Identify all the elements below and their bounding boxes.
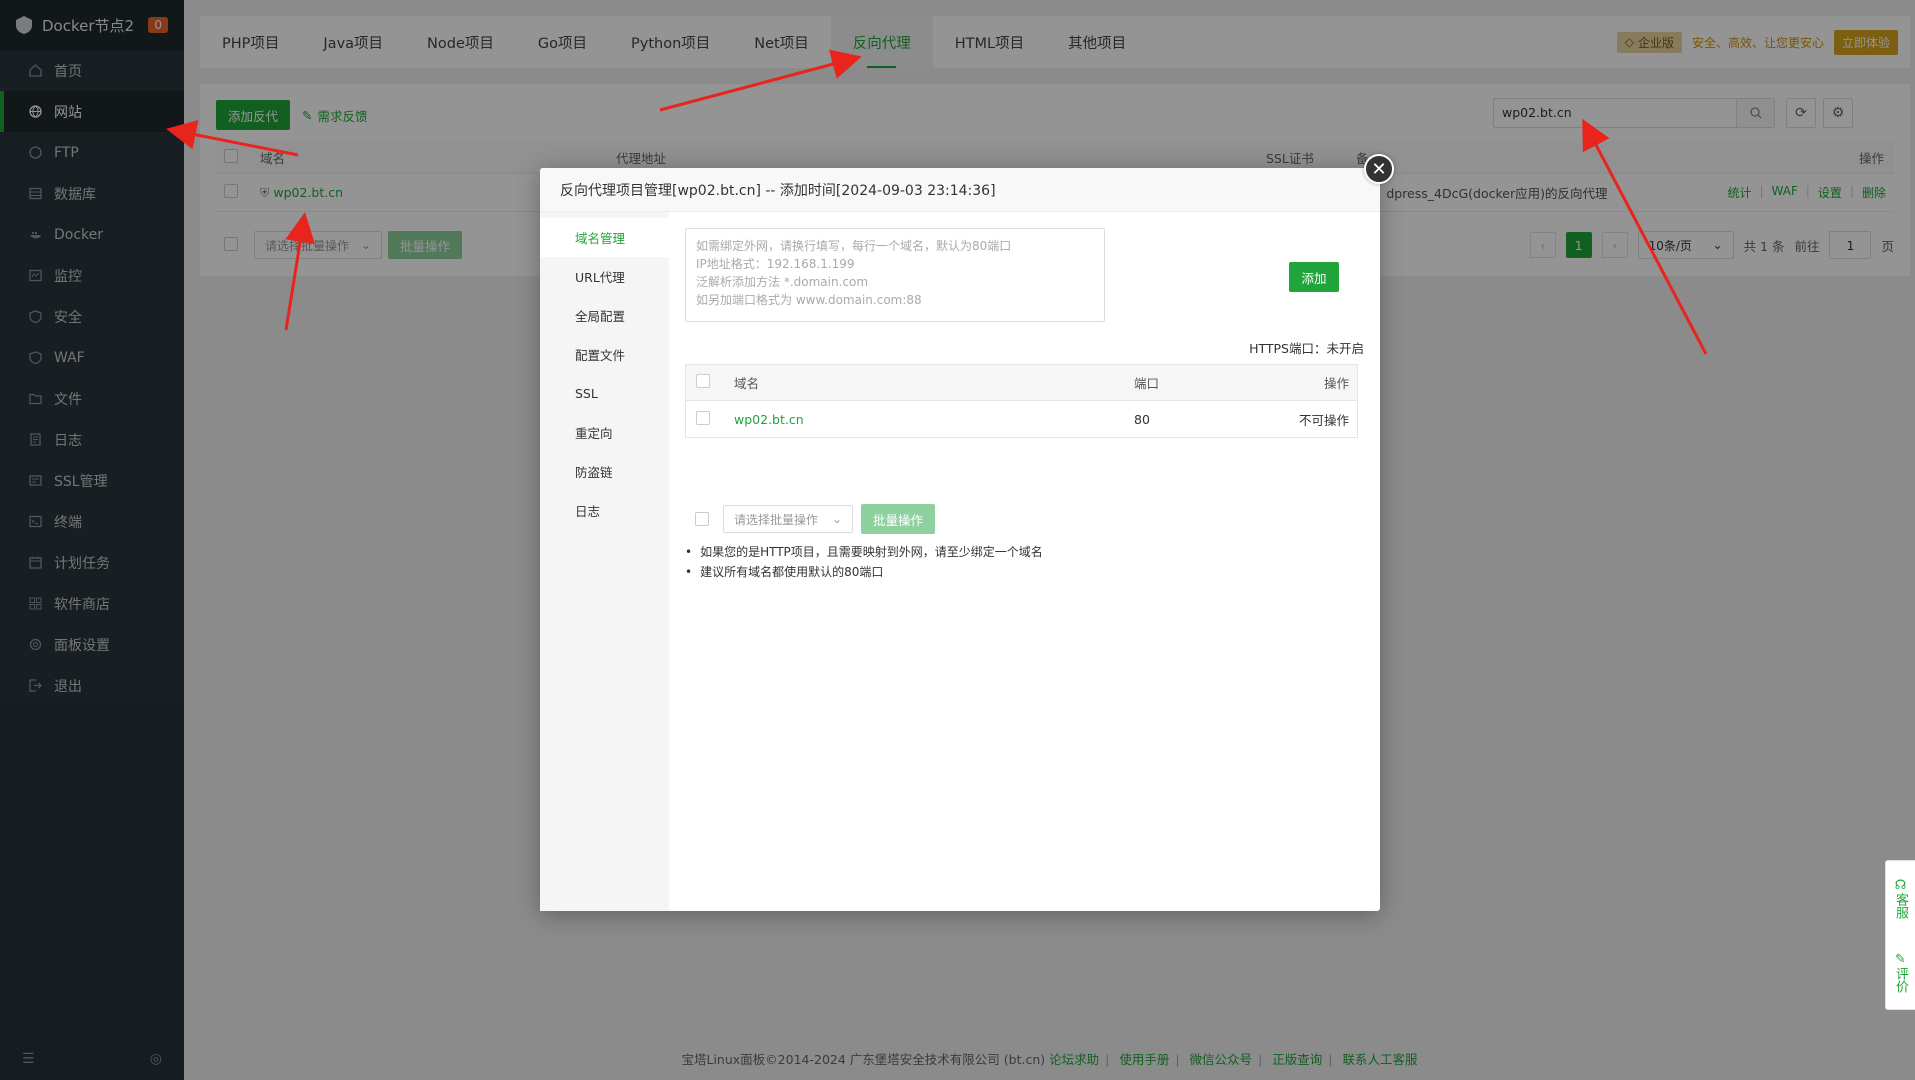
placeholder-line: IP地址格式：192.168.1.199 <box>696 257 855 271</box>
floating-service-widget: ☊ 客服 ✎ 评价 <box>1885 860 1915 1010</box>
domain-batch-bar: 请选择批量操作 ⌄ 批量操作 <box>685 504 935 534</box>
modal-nav-config-file[interactable]: 配置文件 <box>540 335 669 374</box>
modal-body: 如需绑定外网，请换行填写，每行一个域名，默认为80端口 IP地址格式：192.1… <box>669 212 1380 911</box>
modal-title: 反向代理项目管理[wp02.bt.cn] -- 添加时间[2024-09-03 … <box>540 168 1380 212</box>
modal-nav-global-config[interactable]: 全局配置 <box>540 296 669 335</box>
review-label: 评价 <box>1893 966 1908 993</box>
tip-item: 建议所有域名都使用默认的80端口 <box>685 562 1043 582</box>
domain-batch-select[interactable]: 请选择批量操作 ⌄ <box>723 505 853 533</box>
modal-nav-domain[interactable]: 域名管理 <box>540 218 669 257</box>
domain-select-all-checkbox[interactable] <box>696 374 710 388</box>
tip-item: 如果您的是HTTP项目，且需要映射到外网，请至少绑定一个域名 <box>685 542 1043 562</box>
domain-batch-placeholder: 请选择批量操作 <box>734 512 819 527</box>
domain-row-name[interactable]: wp02.bt.cn <box>734 412 1134 427</box>
domain-row-checkbox[interactable] <box>696 410 710 425</box>
headset-icon: ☊ <box>1894 877 1907 893</box>
domain-row-port: 80 <box>1134 411 1150 427</box>
col-port: 端口 <box>1134 376 1160 391</box>
customer-service-button[interactable]: ☊ 客服 <box>1893 878 1908 919</box>
domain-table-header: 域名 端口 操作 <box>686 365 1357 401</box>
modal-nav: 域名管理 URL代理 全局配置 配置文件 SSL 重定向 防盗链 日志 <box>540 212 669 911</box>
domain-batch-checkbox[interactable] <box>695 512 709 526</box>
domain-textarea[interactable]: 如需绑定外网，请换行填写，每行一个域名，默认为80端口 IP地址格式：192.1… <box>685 228 1105 322</box>
domain-table: 域名 端口 操作 wp02.bt.cn 80 不可操作 <box>685 364 1358 438</box>
customer-service-label: 客服 <box>1893 892 1908 919</box>
chevron-down-icon: ⌄ <box>831 512 842 526</box>
modal-nav-hotlink[interactable]: 防盗链 <box>540 452 669 491</box>
modal-nav-logs[interactable]: 日志 <box>540 491 669 530</box>
modal-nav-url-proxy[interactable]: URL代理 <box>540 257 669 296</box>
col-domain: 域名 <box>734 376 760 391</box>
proxy-manage-modal: 反向代理项目管理[wp02.bt.cn] -- 添加时间[2024-09-03 … <box>540 154 1394 911</box>
col-ops: 操作 <box>1323 376 1349 391</box>
close-icon[interactable]: ✕ <box>1364 154 1394 184</box>
add-domain-button[interactable]: 添加 <box>1289 262 1339 292</box>
table-row: wp02.bt.cn 80 不可操作 <box>686 401 1357 437</box>
placeholder-line: 泛解析添加方法 *.domain.com <box>696 275 869 289</box>
placeholder-line: 如另加端口格式为 www.domain.com:88 <box>696 293 922 307</box>
review-button[interactable]: ✎ 评价 <box>1893 952 1908 993</box>
https-port-status: HTTPS端口：未开启 <box>1249 341 1364 356</box>
placeholder-line: 如需绑定外网，请换行填写，每行一个域名，默认为80端口 <box>696 239 1012 253</box>
domain-batch-button[interactable]: 批量操作 <box>861 504 935 534</box>
modal-nav-redirect[interactable]: 重定向 <box>540 413 669 452</box>
domain-row-ops: 不可操作 <box>1298 412 1349 428</box>
tips-list: 如果您的是HTTP项目，且需要映射到外网，请至少绑定一个域名 建议所有域名都使用… <box>685 542 1043 582</box>
modal-nav-ssl[interactable]: SSL <box>540 374 669 413</box>
edit-icon: ✎ <box>1895 951 1906 967</box>
